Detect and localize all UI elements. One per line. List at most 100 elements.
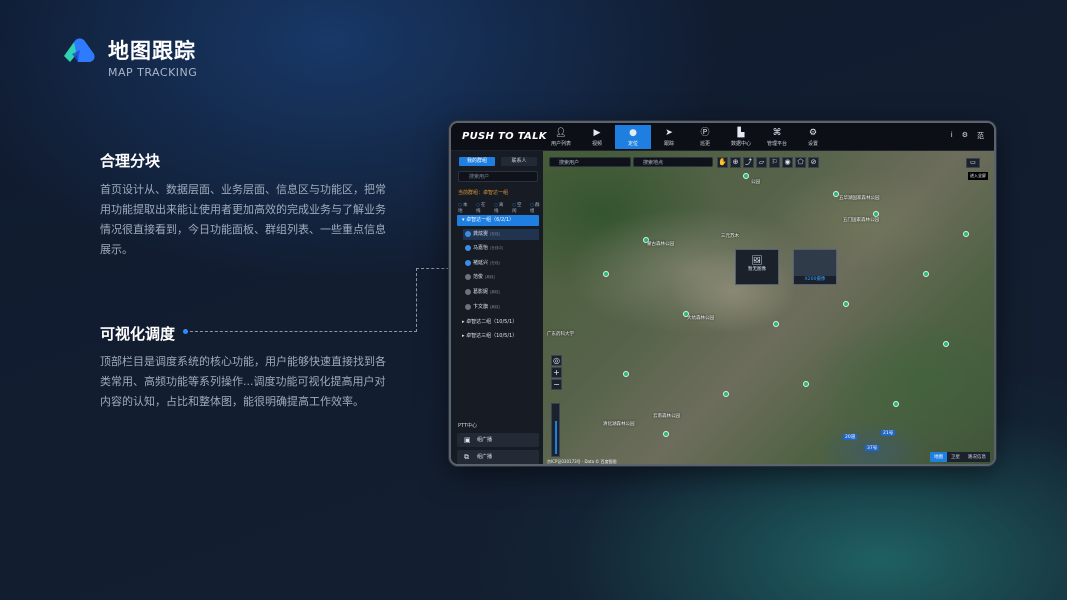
filter-idle[interactable]: 空闲 xyxy=(512,202,525,214)
road-number: 37号 xyxy=(865,445,880,451)
avatar xyxy=(465,289,471,295)
section-body-dispatch: 顶部栏目是调度系统的核心功能，用户能够快速直接找到各类常用、高频功能等系列操作.… xyxy=(100,355,386,408)
user-icon: 👤︎ xyxy=(555,128,567,138)
page-subtitle: MAP TRACKING xyxy=(108,66,198,79)
user-item[interactable]: 马嘉怡 [在线中] xyxy=(463,243,539,254)
user-search-input[interactable]: 搜索用户 xyxy=(458,171,538,182)
poi-marker[interactable] xyxy=(803,381,809,387)
avatar xyxy=(465,231,471,237)
place-label: 大坑森林公园 xyxy=(687,316,714,321)
user-item[interactable]: 范俊 [离线] xyxy=(463,272,539,283)
group-sidebar: 我的群组 联系人 搜索用户 当前群组：卓智达一组 本地 在线 离线 空闲 群组 … xyxy=(451,151,543,464)
nav-video[interactable]: ▶ 视频 xyxy=(579,125,615,149)
place-label: 公园 xyxy=(751,180,760,185)
map-user-search[interactable]: 搜索用户 xyxy=(549,157,631,167)
place-label: 五华湖国家森林公园 xyxy=(839,196,880,201)
group-broadcast-button-2[interactable]: ⧉ 组广播 xyxy=(457,450,539,464)
user-item[interactable]: 卞文旗 [离线] xyxy=(463,302,539,313)
nav-tracking[interactable]: ➤ 跟踪 xyxy=(651,125,687,149)
poi-marker[interactable] xyxy=(603,271,609,277)
tab-my-groups[interactable]: 我的群组 xyxy=(459,157,495,166)
avatar xyxy=(465,274,471,280)
tab-contacts[interactable]: 联系人 xyxy=(501,157,537,166)
nav-data-center[interactable]: ▙ 数据中心 xyxy=(723,125,759,149)
filter-offline[interactable]: 离线 xyxy=(494,202,507,214)
user-avatar[interactable]: 范 xyxy=(977,131,984,141)
group-item-1[interactable]: ▾ 卓智达一组（6/2/1） xyxy=(457,215,539,226)
group-broadcast-button[interactable]: ▣ 组广播 xyxy=(457,433,539,447)
area-tool-icon[interactable]: ▱ xyxy=(756,157,767,168)
map-type-traffic[interactable]: 路况信息 xyxy=(964,452,990,462)
user-item[interactable]: 褚延兴 [在线] xyxy=(463,258,539,269)
group-item-3[interactable]: ▸ 卓智达三组（10/5/1） xyxy=(457,331,539,342)
clear-tool-icon[interactable]: ⊘ xyxy=(808,157,819,168)
user-item[interactable]: 葛影妮 [离线] xyxy=(463,287,539,298)
flag-tool-icon[interactable]: ⚐ xyxy=(769,157,780,168)
map-copyright: 京ICP证030173号 · Data © 百度智图 xyxy=(547,459,617,464)
map-toolbar: ✋ ⊕ ⤴ ▱ ⚐ ◉ ⬠ ⊘ xyxy=(717,157,819,168)
zoom-slider[interactable] xyxy=(551,403,560,457)
place-label: 云南森林公园 xyxy=(653,414,680,419)
map-type-map[interactable]: 地图 xyxy=(930,452,947,462)
map-place-search[interactable]: 搜索地点 xyxy=(633,157,713,167)
zoom-out-button[interactable]: − xyxy=(551,379,562,390)
road-number: 20道 xyxy=(843,434,858,440)
poi-marker[interactable] xyxy=(773,321,779,327)
nav-settings[interactable]: ⚙ 设置 xyxy=(795,125,831,149)
nav-patrol[interactable]: Ⓟ 巡更 xyxy=(687,125,723,149)
avatar xyxy=(465,260,471,266)
polygon-tool-icon[interactable]: ⬠ xyxy=(795,157,806,168)
device-popup[interactable]: 🖼︎ 暂无图像 xyxy=(735,249,779,285)
app-topbar: PUSH TO TALK 👤︎ 用户列表 ▶ 视频 ● 定位 ➤ 跟踪 Ⓟ 巡更 ▙ 数据中… xyxy=(451,123,994,151)
satellite-map[interactable]: 搜索用户 搜索地点 ✋ ⊕ ⤴ ▱ ⚐ ◉ ⬠ ⊘ ▭ 进入全屏 公园 五华湖国… xyxy=(543,151,994,464)
poi-marker[interactable] xyxy=(963,231,969,237)
poi-marker[interactable] xyxy=(943,341,949,347)
gear-icon: ⚙ xyxy=(808,128,818,138)
app-brand: PUSH TO TALK xyxy=(462,131,547,142)
grid-icon: ⌘ xyxy=(772,128,782,138)
place-label: 蒙古森林公园 xyxy=(647,242,674,247)
place-label: 五门国家森林公园 xyxy=(843,218,879,223)
locate-tool-icon[interactable]: ⊕ xyxy=(730,157,741,168)
avatar xyxy=(465,245,471,251)
filter-group[interactable]: 群组 xyxy=(530,202,543,214)
poi-marker[interactable] xyxy=(623,371,629,377)
poi-marker[interactable] xyxy=(743,173,749,179)
poi-marker[interactable] xyxy=(843,301,849,307)
section-body-layout: 首页设计从、数据层面、业务层面、信息区与功能区，把常用功能提取出来能让使用者更加… xyxy=(100,183,386,256)
video-icon: ▶ xyxy=(593,128,601,138)
status-filters: 本地 在线 离线 空闲 群组 xyxy=(458,202,543,214)
compass-icon[interactable]: ◎ xyxy=(551,355,562,366)
main-nav: 👤︎ 用户列表 ▶ 视频 ● 定位 ➤ 跟踪 Ⓟ 巡更 ▙ 数据中心 ⌘ 管理平台 ⚙ 设置 xyxy=(543,125,831,149)
route-tool-icon[interactable]: ⤴ xyxy=(743,157,754,168)
image-icon: 🖼︎ xyxy=(751,256,763,266)
nav-location[interactable]: ● 定位 xyxy=(615,125,651,149)
filter-online[interactable]: 在线 xyxy=(476,202,489,214)
filter-local[interactable]: 本地 xyxy=(458,202,471,214)
info-icon[interactable]: i xyxy=(951,131,953,141)
zoom-controls: ◎ + − xyxy=(551,355,562,391)
fullscreen-icon[interactable]: ▭ xyxy=(966,158,980,168)
group-item-2[interactable]: ▸ 卓智达二组（10/5/1） xyxy=(457,317,539,328)
navigation-icon: ➤ xyxy=(665,128,673,138)
poi-marker[interactable] xyxy=(723,391,729,397)
pan-tool-icon[interactable]: ✋ xyxy=(717,157,728,168)
camera-popup[interactable]: X200摄像 xyxy=(793,249,837,285)
circle-tool-icon[interactable]: ◉ xyxy=(782,157,793,168)
user-item[interactable]: 龚炫雯 [在线] xyxy=(463,229,539,240)
app-screenshot-frame: PUSH TO TALK 👤︎ 用户列表 ▶ 视频 ● 定位 ➤ 跟踪 Ⓟ 巡更 ▙ 数据中… xyxy=(449,121,996,466)
zoom-in-button[interactable]: + xyxy=(551,367,562,378)
group-broadcast-icon: ⧉ xyxy=(464,453,469,461)
current-group-label: 当前群组：卓智达一组 xyxy=(458,190,509,196)
place-label: 广东药科大学 xyxy=(547,332,574,337)
poi-marker[interactable] xyxy=(923,271,929,277)
poi-marker[interactable] xyxy=(893,401,899,407)
connector-line-vertical xyxy=(416,268,417,332)
broadcast-icon: ▣ xyxy=(464,436,471,444)
map-type-satellite[interactable]: 卫星 xyxy=(947,452,964,462)
nav-user-list[interactable]: 👤︎ 用户列表 xyxy=(543,125,579,149)
settings-icon[interactable]: ⚙ xyxy=(962,131,968,141)
poi-marker[interactable] xyxy=(663,431,669,437)
connector-line xyxy=(185,331,417,332)
nav-management[interactable]: ⌘ 管理平台 xyxy=(759,125,795,149)
